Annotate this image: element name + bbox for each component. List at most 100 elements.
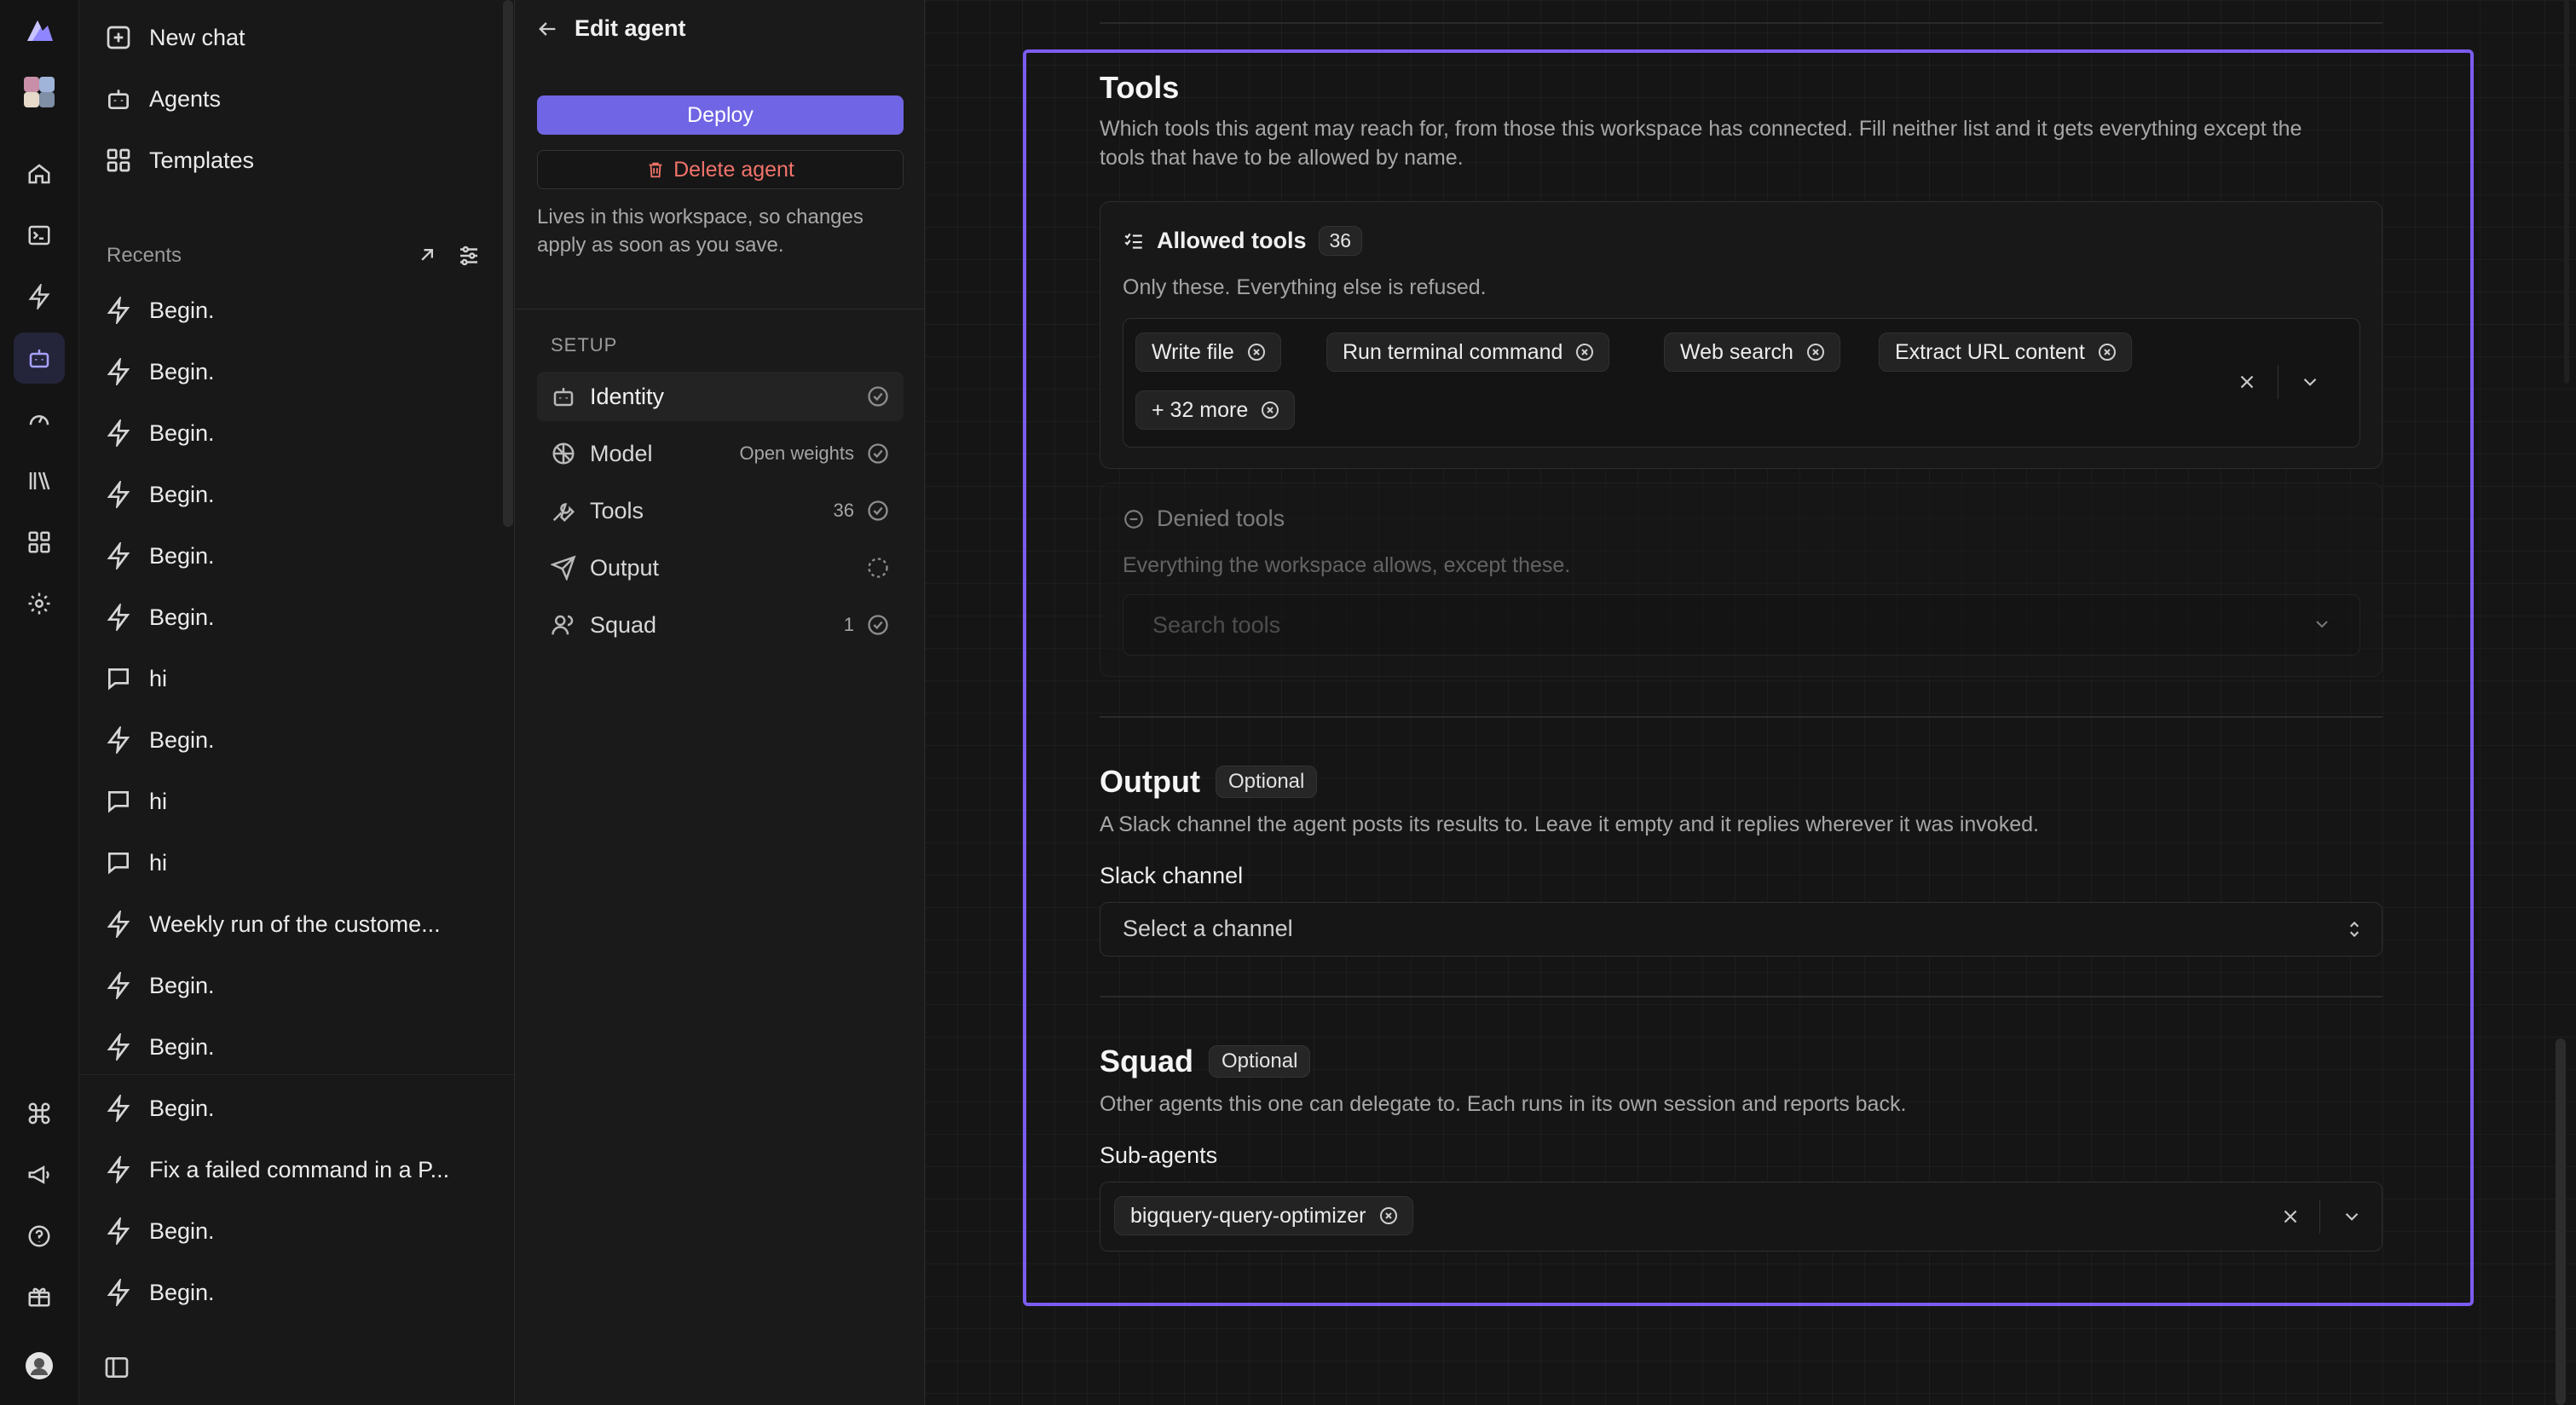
control-divider [2278,365,2279,399]
recent-item[interactable]: Begin. [105,346,488,397]
library-icon[interactable] [14,455,65,506]
recent-item[interactable]: Begin. [105,285,488,336]
bolt-icon [107,1279,130,1306]
back-arrow-icon[interactable] [535,17,559,41]
terminal-icon[interactable] [14,210,65,261]
remove-circle-x-icon[interactable] [1574,342,1595,362]
recent-item[interactable]: hi [105,837,488,888]
step-meta: 36 [833,500,854,521]
home-icon[interactable] [14,148,65,199]
clear-x-icon[interactable] [2275,1201,2306,1232]
checklist-icon [1124,233,1142,249]
recent-item[interactable]: Begin. [105,592,488,643]
bolt-icon [107,542,130,570]
edit-agent-panel: Edit agent Deploy Delete agent Lives in … [515,0,925,1405]
recent-item[interactable]: Weekly run of the custome... [105,899,488,950]
gift-icon[interactable] [14,1270,65,1321]
recent-item[interactable]: Begin. [105,960,488,1011]
control-divider [2319,1200,2320,1234]
megaphone-icon[interactable] [14,1149,65,1200]
remove-circle-x-icon[interactable] [1378,1206,1399,1226]
optional-badge: Optional [1209,1045,1311,1078]
sidebar-item-agents[interactable]: Agents [105,73,221,124]
bolt-icon[interactable] [14,271,65,322]
more-tools-tag[interactable]: + 32 more [1135,390,1296,430]
recent-item-label: Begin. [149,604,215,630]
recent-item[interactable]: Begin. [105,1021,488,1073]
recent-item[interactable]: Begin. [105,469,488,520]
command-icon[interactable] [14,1088,65,1139]
allowed-tools-subtitle: Only these. Everything else is refused. [1123,275,1487,299]
sub-agent-tag[interactable]: bigquery-query-optimizer [1114,1196,1413,1235]
tool-tag[interactable]: Write file [1135,332,1281,372]
recent-item[interactable]: Begin. [105,530,488,581]
main-scrollbar[interactable] [2556,1038,2566,1405]
main-scroll-track [2564,0,2569,384]
step-label: Tools [590,497,644,523]
settings-gear-icon[interactable] [14,578,65,629]
gauge-icon[interactable] [14,394,65,445]
deploy-button[interactable]: Deploy [537,95,904,135]
recent-item[interactable]: Fix a failed command in a P... [105,1144,488,1195]
setup-step-output[interactable]: Output [537,543,904,593]
sub-agent-tag-label: bigquery-query-optimizer [1130,1203,1366,1228]
recent-item[interactable]: Begin. [105,408,488,459]
workspace-avatar-icon[interactable] [14,66,65,118]
tool-tag[interactable]: Run terminal command [1326,332,1610,372]
remove-circle-x-icon[interactable] [1260,400,1280,420]
allowed-tools-multiselect[interactable]: Write file Run terminal command Web sear… [1123,318,2360,448]
remove-circle-x-icon[interactable] [1246,342,1267,362]
trash-icon [649,162,662,178]
open-external-icon[interactable] [415,243,439,267]
apps-grid-icon[interactable] [14,517,65,568]
setup-step-tools[interactable]: Tools 36 [537,486,904,535]
tool-tag-label: Write file [1152,339,1234,364]
recent-item-label: Begin. [149,1095,215,1121]
chevron-down-icon[interactable] [2307,609,2337,639]
recent-item-label: Begin. [149,1279,215,1305]
bolt-icon [107,911,130,938]
panel-title: Edit agent [575,15,686,41]
bolt-icon [107,1156,130,1183]
step-label: Output [590,554,660,581]
app-logo-icon[interactable] [14,5,65,56]
help-icon[interactable] [14,1211,65,1262]
recent-item[interactable]: Begin. [105,1083,488,1134]
tool-tag[interactable]: Extract URL content [1879,332,2132,372]
output-section-title: Output Optional [1100,764,1318,800]
remove-circle-x-icon[interactable] [1805,342,1826,362]
recent-item[interactable]: Begin. [105,1206,488,1257]
setup-step-model[interactable]: Model Open weights [537,429,904,478]
denied-tools-search[interactable]: Search tools [1123,594,2360,656]
more-tools-label: + 32 more [1152,397,1249,422]
setup-step-identity[interactable]: Identity [537,372,904,421]
delete-agent-button[interactable]: Delete agent [537,150,904,189]
filter-sliders-icon[interactable] [456,243,482,269]
recent-item[interactable]: Begin. [105,1267,488,1318]
sidebar-item-templates[interactable]: Templates [105,135,254,186]
bolt-icon [107,419,130,447]
agents-robot-icon[interactable] [14,332,65,384]
clear-x-icon[interactable] [2232,367,2262,397]
bolt-icon [107,972,130,999]
step-label: Squad [590,611,657,638]
check-circle-icon [868,615,888,635]
setup-step-squad[interactable]: Squad 1 [537,600,904,650]
remove-circle-x-icon[interactable] [2097,342,2117,362]
recent-item[interactable]: Begin. [105,714,488,766]
sidebar-scrollbar[interactable] [503,0,513,527]
tools-section-title: Tools [1100,70,1179,106]
chevron-down-icon[interactable] [2336,1201,2367,1232]
slack-channel-select[interactable]: Select a channel [1100,902,2383,957]
tool-tag[interactable]: Web search [1664,332,1840,372]
sub-agents-multiselect[interactable]: bigquery-query-optimizer [1100,1182,2383,1252]
sidebar-toggle-icon[interactable] [103,1354,130,1381]
user-avatar-icon[interactable] [14,1340,65,1391]
chevron-down-icon[interactable] [2295,367,2325,397]
new-chat-button[interactable]: New chat [105,12,245,63]
tools-description: Which tools this agent may reach for, fr… [1100,117,2302,170]
recent-item[interactable]: hi [105,653,488,704]
robot-icon [108,90,129,109]
recent-item-label: Begin. [149,1033,215,1060]
recent-item[interactable]: hi [105,776,488,827]
